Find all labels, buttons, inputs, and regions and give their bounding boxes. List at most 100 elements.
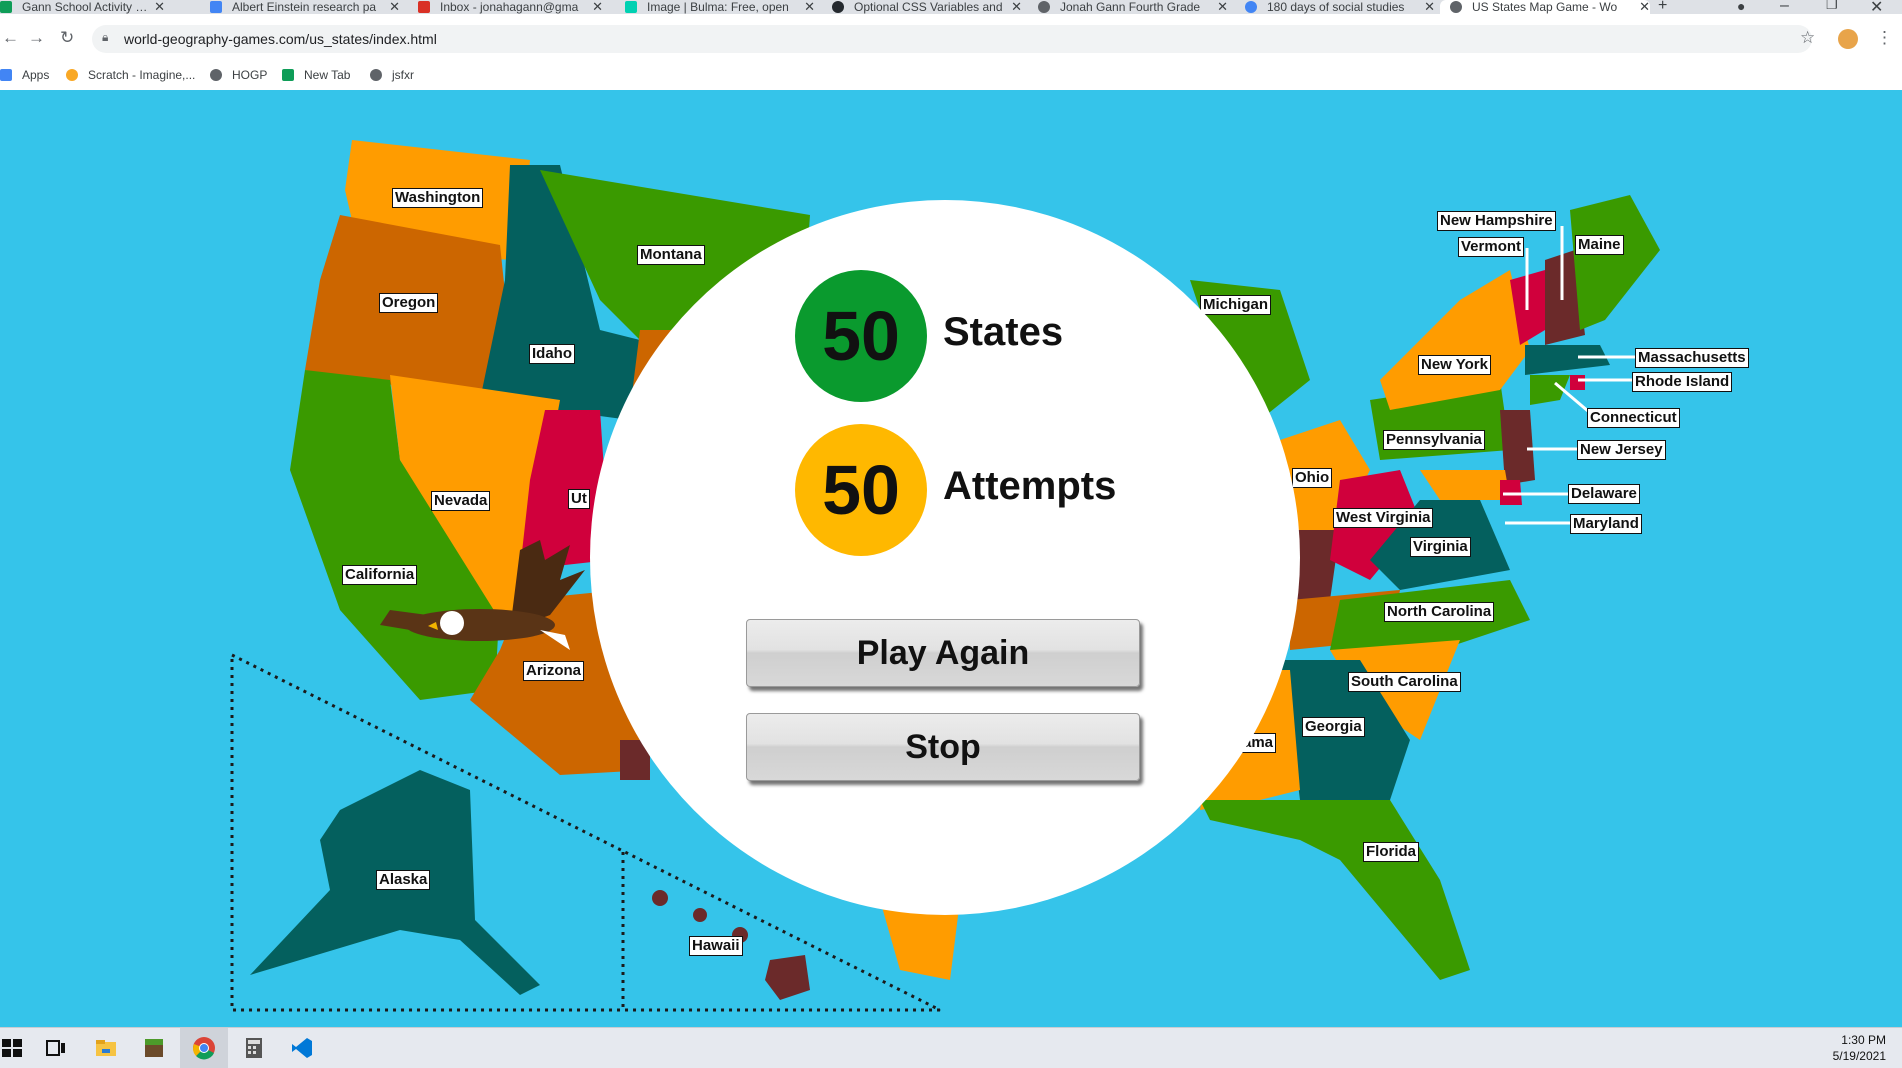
close-tab-icon[interactable]: ✕	[389, 0, 400, 14]
label-delaware[interactable]: Delaware	[1568, 484, 1640, 504]
calculator-icon[interactable]	[242, 1036, 266, 1060]
globe-icon	[1038, 1, 1050, 13]
label-nevada[interactable]: Nevada	[431, 491, 491, 511]
label-florida[interactable]: Florida	[1363, 842, 1420, 862]
label-new-york[interactable]: New York	[1418, 355, 1491, 375]
label-michigan[interactable]: Michigan	[1200, 295, 1272, 315]
url-text[interactable]: world-geography-games.com/us_states/inde…	[124, 31, 437, 47]
label-north-carolina[interactable]: North Carolina	[1384, 602, 1495, 622]
browser-tab[interactable]: Jonah Gann Fourth Grade ✕	[1038, 0, 1228, 14]
label-new-jersey[interactable]: New Jersey	[1577, 440, 1666, 460]
bookmark-new-tab[interactable]: New Tab	[282, 60, 350, 90]
bookmark-jsfxr[interactable]: jsfxr	[370, 60, 414, 90]
windows-start-icon[interactable]	[0, 1036, 24, 1060]
label-pennsylvania[interactable]: Pennsylvania	[1383, 430, 1485, 450]
hawaii-island	[652, 890, 668, 906]
forward-icon[interactable]: →	[28, 28, 45, 48]
result-panel	[590, 200, 1300, 915]
browser-tab[interactable]: Inbox - jonahagann@gma ✕	[418, 0, 603, 14]
google-icon	[1245, 1, 1257, 13]
states-label: States	[943, 310, 1064, 354]
clock-date: 5/19/2021	[1832, 1049, 1886, 1063]
attempts-label: Attempts	[943, 464, 1117, 508]
clock-time: 1:30 PM	[1841, 1033, 1886, 1047]
close-tab-icon[interactable]: ✕	[1639, 0, 1650, 14]
menu-icon[interactable]: ⋮	[1876, 28, 1893, 48]
bulma-icon	[625, 1, 637, 13]
label-utah[interactable]: Ut	[568, 489, 590, 509]
bookmarks-bar: Apps Scratch - Imagine,... HOGP New Tab …	[0, 60, 1902, 91]
attempts-count: 50	[822, 451, 900, 529]
bookmark-hogp[interactable]: HOGP	[210, 60, 267, 90]
browser-tab[interactable]: Gann School Activity Log -✕	[0, 0, 165, 14]
task-view-icon[interactable]	[44, 1036, 68, 1060]
label-south-carolina[interactable]: South Carolina	[1348, 672, 1461, 692]
label-connecticut[interactable]: Connecticut	[1587, 408, 1680, 428]
state-rhode-island	[1570, 375, 1585, 390]
github-icon	[832, 1, 844, 13]
globe-icon	[1450, 1, 1462, 13]
tab-strip: Gann School Activity Log -✕ Albert Einst…	[0, 0, 1902, 14]
label-ohio[interactable]: Ohio	[1292, 468, 1333, 488]
docs-icon	[210, 1, 222, 13]
bookmark-apps[interactable]: Apps	[0, 60, 49, 90]
label-west-virginia[interactable]: West Virginia	[1333, 508, 1434, 528]
bookmark-scratch[interactable]: Scratch - Imagine,...	[66, 60, 195, 90]
stop-button[interactable]: Stop	[746, 713, 1140, 781]
browser-tab[interactable]: Albert Einstein research pa ✕	[210, 0, 400, 14]
scratch-icon	[66, 69, 78, 81]
close-tab-icon[interactable]: ✕	[1011, 0, 1022, 14]
label-montana[interactable]: Montana	[637, 245, 705, 265]
tab-search-icon[interactable]: ●	[1737, 0, 1745, 14]
browser-tab[interactable]: 180 days of social studies ✕	[1245, 0, 1435, 14]
minimize-icon[interactable]: –	[1780, 0, 1789, 14]
restore-icon[interactable]: ❐	[1826, 0, 1838, 13]
browser-tab[interactable]: Optional CSS Variables and ✕	[832, 0, 1022, 14]
back-icon[interactable]: ←	[2, 28, 19, 48]
label-hawaii[interactable]: Hawaii	[689, 936, 743, 956]
file-explorer-icon[interactable]	[94, 1036, 118, 1060]
globe-icon	[210, 69, 222, 81]
extension-icon[interactable]	[1838, 29, 1858, 49]
label-new-hampshire[interactable]: New Hampshire	[1437, 211, 1556, 231]
minecraft-icon[interactable]	[142, 1036, 166, 1060]
sheets-icon	[282, 69, 294, 81]
globe-icon	[370, 69, 382, 81]
chrome-icon[interactable]	[192, 1036, 216, 1060]
taskbar: 1:30 PM 5/19/2021	[0, 1027, 1902, 1068]
sheets-icon	[0, 1, 12, 13]
label-oregon[interactable]: Oregon	[379, 293, 439, 313]
bookmark-star-icon[interactable]: ☆	[1800, 28, 1815, 48]
label-arizona[interactable]: Arizona	[523, 661, 585, 681]
label-virginia[interactable]: Virginia	[1410, 537, 1471, 557]
label-alaska[interactable]: Alaska	[376, 870, 431, 890]
vscode-icon[interactable]	[290, 1036, 314, 1060]
label-washington[interactable]: Washington	[392, 188, 484, 208]
system-clock[interactable]: 1:30 PM 5/19/2021	[1833, 1032, 1886, 1064]
reload-icon[interactable]: ↻	[60, 28, 74, 48]
label-vermont[interactable]: Vermont	[1458, 237, 1525, 257]
new-tab-button[interactable]: +	[1658, 0, 1667, 14]
browser-tab-active[interactable]: US States Map Game - Wo ✕	[1440, 0, 1650, 14]
label-maine[interactable]: Maine	[1575, 235, 1624, 255]
label-idaho[interactable]: Idaho	[529, 344, 575, 364]
label-rhode-island[interactable]: Rhode Island	[1632, 372, 1733, 392]
close-tab-icon[interactable]: ✕	[1424, 0, 1435, 14]
browser-tab[interactable]: Image | Bulma: Free, open ✕	[625, 0, 815, 14]
apps-grid-icon	[0, 69, 12, 81]
label-massachusetts[interactable]: Massachusetts	[1635, 348, 1749, 368]
close-tab-icon[interactable]: ✕	[154, 0, 165, 14]
close-tab-icon[interactable]: ✕	[1217, 0, 1228, 14]
hawaii-island	[693, 908, 707, 922]
play-again-button[interactable]: Play Again	[746, 619, 1140, 687]
close-tab-icon[interactable]: ✕	[592, 0, 603, 14]
gmail-icon	[418, 1, 430, 13]
states-score-circle: 50	[795, 270, 927, 402]
eagle-mascot-icon	[380, 540, 585, 650]
lock-icon[interactable]: 🔒︎	[102, 30, 108, 45]
close-tab-icon[interactable]: ✕	[804, 0, 815, 14]
attempts-score-circle: 50	[795, 424, 927, 556]
label-georgia[interactable]: Georgia	[1302, 717, 1365, 737]
close-window-icon[interactable]: ✕	[1870, 0, 1883, 14]
label-maryland[interactable]: Maryland	[1570, 514, 1642, 534]
